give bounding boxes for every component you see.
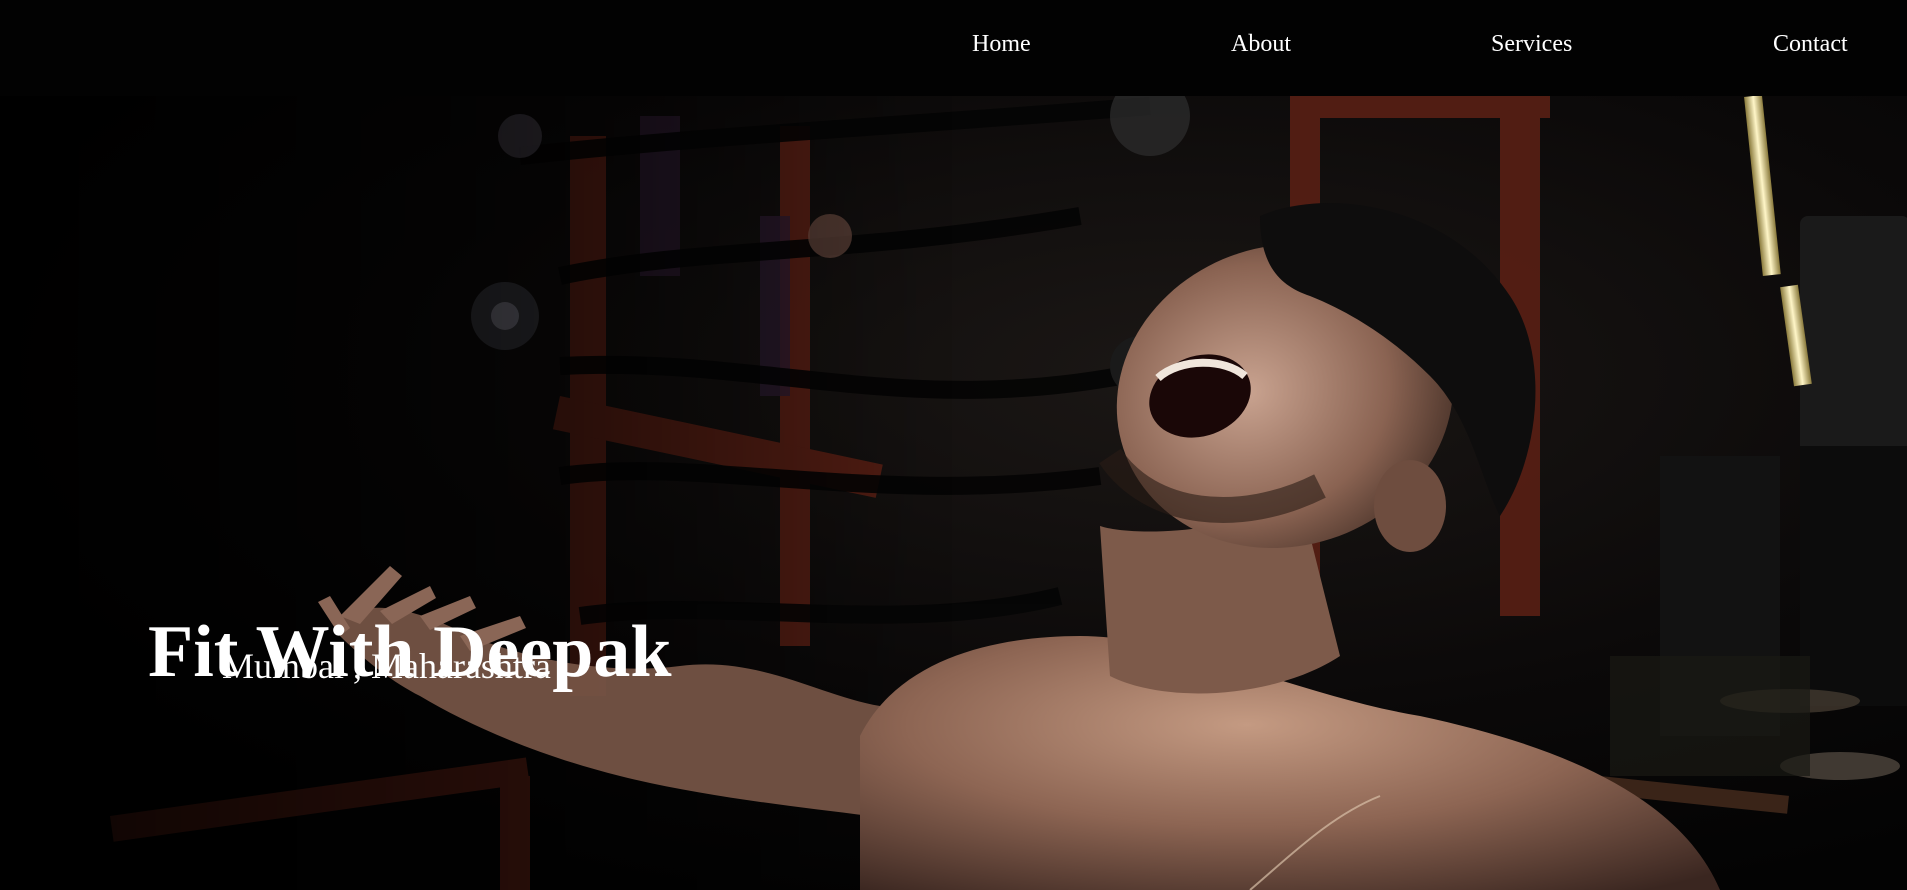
nav-link-about[interactable]: About [1231,28,1291,60]
nav-link-services[interactable]: Services [1491,28,1572,60]
nav-link-contact[interactable]: Contact [1773,28,1848,60]
hero-background-image [0,96,1907,890]
hero-subtitle: Mumbai , Maharashtra [222,646,551,686]
hero-section: Fit With Deepak Mumbai , Maharashtra [0,96,1907,890]
nav-link-home[interactable]: Home [972,28,1031,60]
top-navbar: Home About Services Contact [0,0,1907,96]
